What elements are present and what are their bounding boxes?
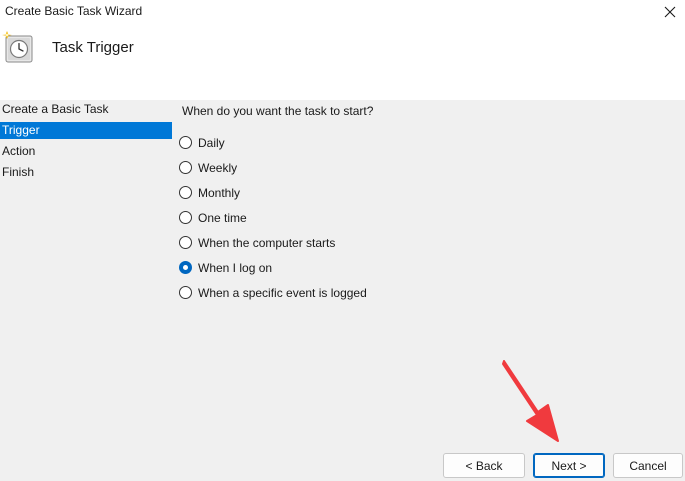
close-icon <box>664 6 676 18</box>
option-weekly[interactable]: Weekly <box>179 155 367 180</box>
radio-event-logged[interactable] <box>179 286 192 299</box>
wizard-steps-sidebar: Create a Basic Task Trigger Action Finis… <box>0 100 172 181</box>
option-label: Weekly <box>198 160 238 175</box>
option-label: When the computer starts <box>198 235 336 250</box>
cancel-button[interactable]: Cancel <box>613 453 683 478</box>
next-button[interactable]: Next > <box>533 453 605 478</box>
radio-computer-starts[interactable] <box>179 236 192 249</box>
sidebar-item-trigger[interactable]: Trigger <box>0 122 172 139</box>
radio-one-time[interactable] <box>179 211 192 224</box>
back-button[interactable]: < Back <box>443 453 525 478</box>
page-title: Task Trigger <box>52 39 134 56</box>
option-monthly[interactable]: Monthly <box>179 180 367 205</box>
sidebar-item-finish[interactable]: Finish <box>0 164 172 181</box>
option-label: Monthly <box>198 185 241 200</box>
option-label: One time <box>198 210 247 225</box>
option-one-time[interactable]: One time <box>179 205 367 230</box>
option-log-on[interactable]: When I log on <box>179 255 367 280</box>
radio-monthly[interactable] <box>179 186 192 199</box>
sidebar-item-action[interactable]: Action <box>0 143 172 160</box>
trigger-content: When do you want the task to start? Dail… <box>179 103 374 300</box>
wizard-header: Task Trigger <box>0 24 685 100</box>
window-title: Create Basic Task Wizard <box>5 4 143 18</box>
option-daily[interactable]: Daily <box>179 130 367 155</box>
wizard-window: Create Basic Task Wizard Task Trigger Cr… <box>0 0 685 481</box>
radio-weekly[interactable] <box>179 161 192 174</box>
option-label: Daily <box>198 135 225 150</box>
sidebar-item-create-basic-task[interactable]: Create a Basic Task <box>0 101 172 118</box>
task-scheduler-clock-icon <box>2 31 33 63</box>
trigger-question: When do you want the task to start? <box>182 104 374 118</box>
option-event-logged[interactable]: When a specific event is logged <box>179 280 367 305</box>
option-label: When a specific event is logged <box>198 285 367 300</box>
trigger-options: Daily Weekly Monthly One time When the c… <box>179 130 367 305</box>
close-button[interactable] <box>655 0 685 24</box>
option-label: When I log on <box>198 260 273 275</box>
title-bar: Create Basic Task Wizard <box>0 0 685 24</box>
option-computer-starts[interactable]: When the computer starts <box>179 230 367 255</box>
radio-log-on[interactable] <box>179 261 192 274</box>
radio-daily[interactable] <box>179 136 192 149</box>
